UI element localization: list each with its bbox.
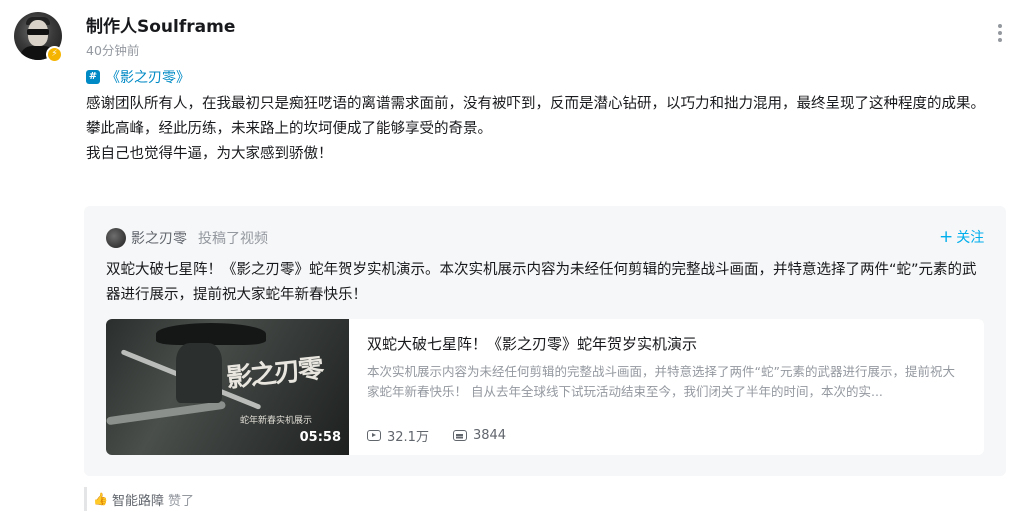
like-bar: 👍 智能路障 赞了 [84, 487, 194, 511]
topic-label: 《影之刃零》 [106, 70, 190, 86]
post-paragraph: 我自己也觉得牛逼，为大家感到骄傲！ [86, 146, 333, 162]
thumb-subtitle: 蛇年新春实机展示 [240, 416, 313, 426]
video-stats: 32.1万 3844 [367, 426, 530, 445]
post-paragraph: 感谢团队所有人，在我最初只是痴狂呓语的离谱需求面前，没有被吓到，反而是潜心钻研，… [86, 96, 985, 112]
liker-name[interactable]: 智能路障 [112, 490, 164, 509]
thumbs-up-icon: 👍 [93, 491, 108, 506]
thumb-hat [156, 323, 266, 345]
thumb-blade [106, 400, 226, 426]
video-description: 本次实机展示内容为未经任何剪辑的完整战斗画面，并特意选择了两件“蛇”元素的武器进… [367, 364, 955, 399]
follow-button[interactable]: + 关注 [939, 227, 984, 247]
thumb-title-art: 影之刃零 [224, 354, 324, 394]
post-time: 40分钟前 [86, 43, 140, 58]
follow-label: 关注 [956, 230, 985, 246]
orig-action-text: 投稿了视频 [198, 231, 268, 247]
video-duration: 05:58 [299, 430, 341, 445]
plus-icon: + [939, 227, 954, 247]
play-count-icon [367, 430, 381, 441]
danmaku-count: 3844 [452, 428, 507, 443]
video-card[interactable]: 影之刃零 蛇年新春实机展示 05:58 双蛇大破七星阵！《影之刃零》蛇年贺岁实机… [106, 319, 984, 455]
verified-badge-icon: ⚡ [46, 46, 63, 63]
more-options-icon[interactable] [992, 24, 1008, 44]
view-count-value: 32.1万 [387, 430, 429, 445]
view-count: 32.1万 [367, 426, 429, 445]
orig-author-avatar[interactable] [106, 228, 126, 248]
video-title[interactable]: 双蛇大破七星阵！《影之刃零》蛇年贺岁实机演示 [367, 333, 697, 354]
topic-hash-icon: # [86, 70, 100, 84]
post-paragraph: 攀此高峰，经此历练，未来路上的坎坷便成了能够享受的奇景。 [86, 121, 492, 137]
video-thumbnail[interactable]: 影之刃零 蛇年新春实机展示 05:58 [106, 319, 349, 455]
thumb-figure [176, 343, 222, 403]
danmaku-count-value: 3844 [472, 428, 507, 443]
post-content: 感谢团队所有人，在我最初只是痴狂呓语的离谱需求面前，没有被吓到，反而是潜心钻研，… [86, 92, 996, 167]
orig-post-text: 双蛇大破七星阵！《影之刃零》蛇年贺岁实机演示。本次实机展示内容为未经任何剪辑的完… [106, 262, 977, 303]
avatar-glasses [27, 29, 49, 35]
like-text: 赞了 [168, 493, 195, 509]
danmaku-icon [452, 430, 467, 441]
topic-tag[interactable]: # 《影之刃零》 [86, 67, 190, 87]
repost-card: 影之刃零 投稿了视频 + 关注 双蛇大破七星阵！《影之刃零》蛇年贺岁实机演示。本次… [84, 206, 1006, 476]
orig-author-name[interactable]: 影之刃零 [131, 228, 187, 248]
author-name[interactable]: 制作人Soulframe [86, 12, 235, 37]
